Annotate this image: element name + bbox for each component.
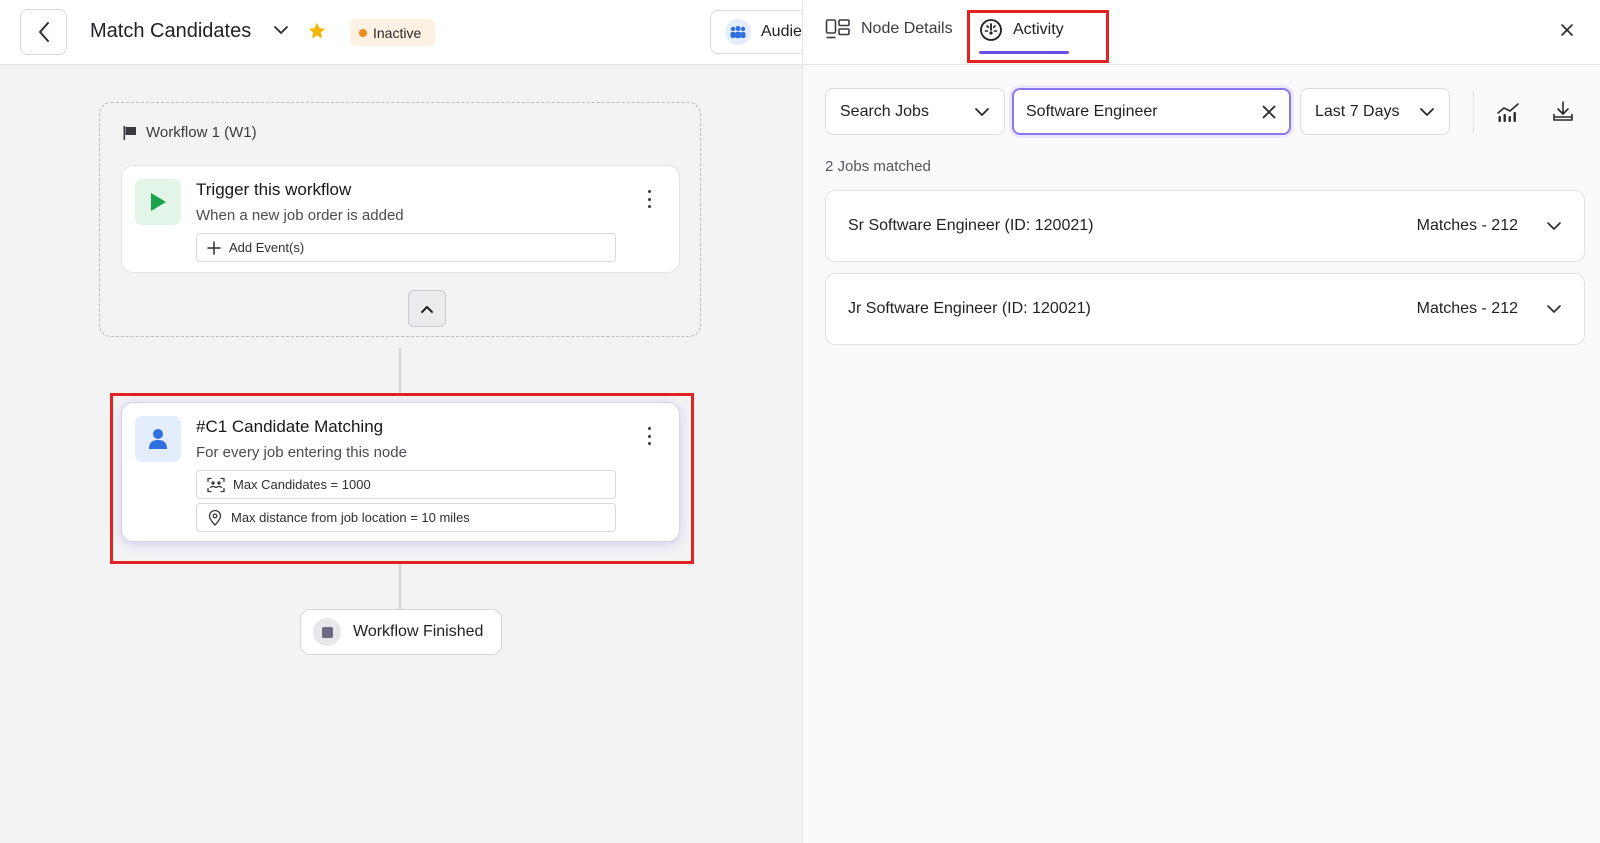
collapse-group-button[interactable] (408, 290, 446, 327)
stop-icon (313, 618, 341, 646)
node-details-icon (825, 19, 850, 39)
job-title: Sr Software Engineer (ID: 120021) (848, 217, 1094, 234)
person-icon (135, 416, 181, 462)
workflow-finished-label: Workflow Finished (353, 623, 484, 640)
plus-icon (207, 240, 221, 255)
chart-icon (1497, 103, 1519, 122)
star-icon[interactable] (307, 21, 327, 41)
clear-search-button[interactable] (1261, 104, 1277, 120)
trigger-subtitle: When a new job order is added (196, 207, 404, 224)
job-title: Jr Software Engineer (ID: 120021) (848, 300, 1091, 317)
candidate-matching-node[interactable]: #C1 Candidate Matching For every job ent… (121, 402, 680, 542)
toolbar-divider (1473, 90, 1474, 134)
chevron-down-icon[interactable] (273, 22, 289, 38)
workflow-canvas[interactable]: Workflow 1 (W1) Trigger this workflow Wh… (0, 65, 802, 843)
add-event-label: Add Event(s) (229, 240, 305, 255)
date-range-value: Last 7 Days (1315, 102, 1400, 120)
job-search-input[interactable] (1026, 102, 1261, 121)
matching-more-icon[interactable] (645, 427, 653, 445)
play-icon (135, 179, 181, 225)
back-button[interactable] (20, 9, 67, 55)
trigger-node[interactable]: Trigger this workflow When a new job ord… (121, 165, 680, 273)
close-icon[interactable] (1559, 22, 1575, 38)
job-row[interactable]: Sr Software Engineer (ID: 120021) Matche… (825, 190, 1585, 262)
status-text: Inactive (373, 24, 422, 41)
workflow-header: Match Candidates Inactive Audie (0, 0, 830, 65)
max-distance-text: Max distance from job location = 10 mile… (231, 510, 470, 525)
connector-line (399, 349, 401, 393)
job-filter-dropdown[interactable]: Search Jobs (825, 88, 1005, 135)
workflow-group-label: Workflow 1 (W1) (122, 124, 257, 141)
chevron-down-icon (1420, 107, 1434, 116)
chevron-left-icon (38, 22, 49, 42)
job-search-box[interactable] (1012, 88, 1291, 135)
download-button[interactable] (1548, 97, 1578, 127)
job-matches: Matches - 212 (1416, 300, 1518, 317)
workflow-finished-node[interactable]: Workflow Finished (300, 609, 502, 655)
activity-panel: Node Details Activity Search Jobs Last 7… (802, 0, 1600, 843)
tab-node-details-label: Node Details (861, 20, 953, 37)
chart-button[interactable] (1493, 97, 1523, 127)
chevron-down-icon[interactable] (1546, 304, 1562, 314)
add-event-button[interactable]: Add Event(s) (196, 233, 616, 262)
job-row[interactable]: Jr Software Engineer (ID: 120021) Matche… (825, 273, 1585, 345)
panel-header: Node Details Activity (803, 0, 1600, 65)
jobs-matched-count: 2 Jobs matched (825, 158, 931, 175)
date-range-dropdown[interactable]: Last 7 Days (1300, 88, 1450, 135)
workflow-title: Match Candidates (90, 20, 252, 42)
status-dot-icon (359, 28, 367, 37)
trigger-title: Trigger this workflow (196, 180, 352, 199)
matching-subtitle: For every job entering this node (196, 444, 407, 461)
job-filter-value: Search Jobs (840, 102, 929, 120)
max-distance-chip[interactable]: Max distance from job location = 10 mile… (196, 503, 616, 532)
audience-label: Audie (761, 23, 802, 40)
chevron-up-icon (421, 305, 433, 313)
scan-users-icon (207, 477, 225, 492)
max-candidates-text: Max Candidates = 1000 (233, 477, 371, 492)
trigger-more-icon[interactable] (645, 190, 653, 208)
flag-icon (123, 125, 136, 140)
download-icon (1553, 101, 1573, 121)
matching-title: #C1 Candidate Matching (196, 417, 384, 436)
chevron-down-icon[interactable] (1546, 221, 1562, 231)
close-icon (1262, 105, 1276, 118)
max-candidates-chip[interactable]: Max Candidates = 1000 (196, 470, 616, 499)
highlight-box (967, 10, 1109, 63)
workflow-group-name: Workflow 1 (W1) (146, 124, 257, 141)
connector-line (399, 564, 401, 609)
job-matches: Matches - 212 (1416, 217, 1518, 234)
chevron-down-icon (975, 107, 989, 116)
status-badge: Inactive (350, 19, 436, 46)
people-icon (725, 19, 751, 45)
tab-node-details[interactable]: Node Details (825, 18, 953, 40)
location-pin-icon (208, 509, 222, 526)
